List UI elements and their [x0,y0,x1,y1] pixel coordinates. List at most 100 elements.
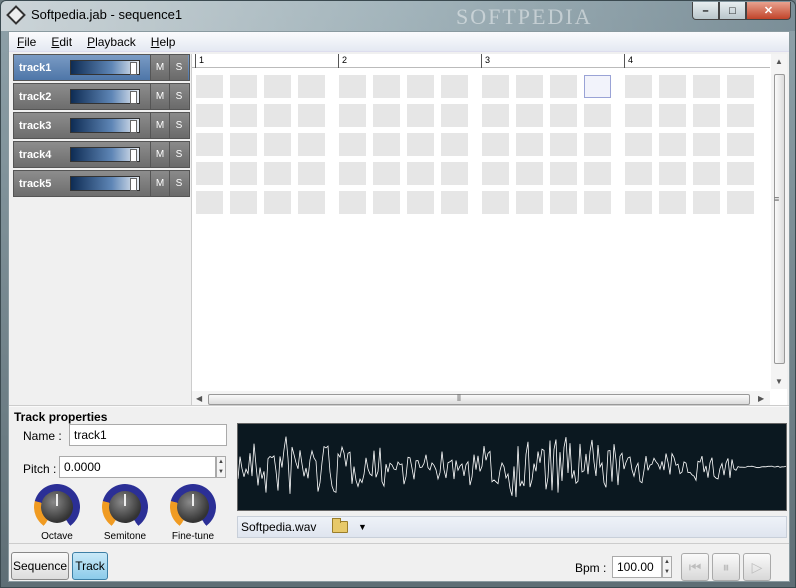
step-cell[interactable] [264,133,291,156]
step-cell[interactable] [693,133,720,156]
step-cell[interactable] [659,133,686,156]
mute-button[interactable]: M [150,113,169,138]
step-cell[interactable] [482,191,509,214]
panel-divider[interactable] [9,405,789,407]
step-cell[interactable] [298,104,325,127]
step-cell[interactable] [516,104,543,127]
step-cell[interactable] [584,133,611,156]
step-cell[interactable] [373,133,400,156]
step-cell[interactable] [407,162,434,185]
step-cell[interactable] [196,75,223,98]
step-cell[interactable] [339,162,366,185]
step-cell[interactable] [298,75,325,98]
pitch-stepper[interactable]: ▲ ▼ [216,456,226,478]
step-cell[interactable] [659,104,686,127]
step-cell[interactable] [693,191,720,214]
step-cell[interactable] [230,191,257,214]
step-cell[interactable] [373,104,400,127]
step-cell[interactable] [230,75,257,98]
dropdown-arrow-icon[interactable]: ▼ [358,522,367,532]
step-cell[interactable] [693,75,720,98]
step-cell[interactable] [264,191,291,214]
step-cell[interactable] [584,75,611,98]
step-cell[interactable] [659,162,686,185]
step-cell[interactable] [264,75,291,98]
step-cell[interactable] [482,162,509,185]
track-row-track1[interactable]: track1 M S [13,54,190,81]
step-cell[interactable] [230,104,257,127]
pause-button[interactable]: ⏸ [712,553,740,581]
step-cell[interactable] [196,191,223,214]
step-cell[interactable] [550,104,577,127]
step-cell[interactable] [407,133,434,156]
step-cell[interactable] [264,162,291,185]
step-cell[interactable] [230,133,257,156]
chevron-down-icon[interactable]: ▼ [663,567,671,577]
step-cell[interactable] [516,191,543,214]
step-cell[interactable] [550,75,577,98]
bpm-input[interactable]: 100.00 [612,556,662,578]
track-tab-button[interactable]: Track [72,552,108,580]
volume-slider[interactable] [70,176,140,191]
step-cell[interactable] [482,104,509,127]
mute-button[interactable]: M [150,142,169,167]
step-cell[interactable] [441,75,468,98]
track-row-track4[interactable]: track4 M S [13,141,190,168]
step-cell[interactable] [339,133,366,156]
step-cell[interactable] [550,191,577,214]
step-cell[interactable] [196,104,223,127]
chevron-up-icon[interactable]: ▲ [663,557,671,567]
step-cell[interactable] [659,75,686,98]
vertical-scroll-thumb[interactable] [774,74,785,364]
step-cell[interactable] [693,104,720,127]
horizontal-scroll-thumb[interactable] [208,394,750,405]
step-cell[interactable] [584,104,611,127]
menu-playback[interactable]: Playback [79,32,143,51]
step-cell[interactable] [659,191,686,214]
scroll-left-icon[interactable]: ◀ [196,394,202,403]
step-cell[interactable] [625,75,652,98]
step-cell[interactable] [196,133,223,156]
step-cell[interactable] [482,75,509,98]
step-cell[interactable] [339,75,366,98]
step-cell[interactable] [482,133,509,156]
step-cell[interactable] [727,75,754,98]
step-cell[interactable] [727,133,754,156]
step-cell[interactable] [298,133,325,156]
semitone-knob[interactable] [102,484,148,530]
menu-file[interactable]: File [9,32,43,51]
volume-slider[interactable] [70,118,140,133]
step-cell[interactable] [441,104,468,127]
step-cell[interactable] [693,162,720,185]
mute-button[interactable]: M [150,55,169,80]
folder-icon[interactable] [332,518,348,533]
step-cell[interactable] [625,104,652,127]
step-cell[interactable] [441,133,468,156]
scroll-up-icon[interactable]: ▲ [775,57,783,66]
octave-knob[interactable] [34,484,80,530]
step-cell[interactable] [625,191,652,214]
step-cell[interactable] [516,75,543,98]
solo-button[interactable]: S [169,142,188,167]
step-cell[interactable] [264,104,291,127]
track-row-track3[interactable]: track3 M S [13,112,190,139]
step-cell[interactable] [230,162,257,185]
solo-button[interactable]: S [169,84,188,109]
solo-button[interactable]: S [169,171,188,196]
chevron-down-icon[interactable]: ▼ [217,467,225,477]
step-cell[interactable] [196,162,223,185]
menu-help[interactable]: Help [143,32,183,51]
step-cell[interactable] [550,133,577,156]
step-cell[interactable] [727,191,754,214]
solo-button[interactable]: S [169,113,188,138]
fine-tune-knob[interactable] [170,484,216,530]
step-cell[interactable] [550,162,577,185]
step-cell[interactable] [441,191,468,214]
sequence-tab-button[interactable]: Sequence [11,552,69,580]
step-cell[interactable] [373,191,400,214]
maximize-button[interactable]: □ [719,2,746,20]
track-row-track2[interactable]: track2 M S [13,83,190,110]
step-cell[interactable] [516,133,543,156]
step-cell[interactable] [625,133,652,156]
step-cell[interactable] [373,75,400,98]
